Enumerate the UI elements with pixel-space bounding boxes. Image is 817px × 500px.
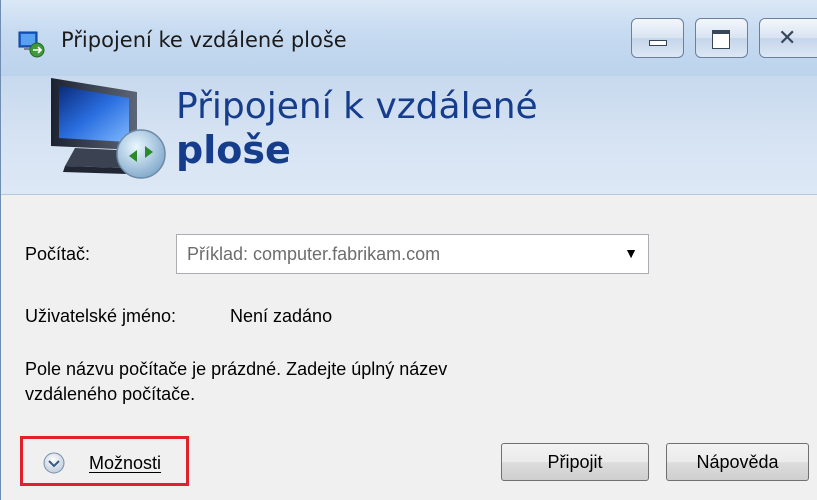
remote-desktop-icon [18, 31, 45, 58]
message-line2: vzdáleného počítače. [25, 384, 196, 404]
maximize-button[interactable] [695, 18, 748, 58]
message-line1: Pole názvu počítače je prázdné. Zadejte … [25, 359, 448, 379]
options-toggle[interactable]: Možnosti [20, 436, 189, 486]
remote-desktop-window: Připojení ke vzdálené ploše ✕ Připojení … [0, 0, 817, 500]
header-title-line1: Připojení k vzdálené [176, 86, 538, 127]
window-title: Připojení ke vzdálené ploše [61, 28, 347, 52]
chevron-down-circle-icon[interactable] [43, 452, 65, 474]
remote-desktop-monitor-icon [51, 78, 166, 179]
username-value: Není zadáno [230, 306, 333, 326]
computer-input[interactable]: Příklad: computer.fabrikam.com [187, 244, 440, 265]
title-bar[interactable]: Připojení ke vzdálené ploše ✕ [1, 0, 817, 76]
options-label[interactable]: Možnosti [89, 453, 161, 474]
connect-button[interactable]: Připojit [501, 443, 649, 481]
username-label: Uživatelské jméno: [25, 306, 177, 326]
close-icon: ✕ [778, 26, 797, 51]
dropdown-arrow-icon[interactable]: ▼ [624, 245, 638, 261]
computer-combobox[interactable]: Příklad: computer.fabrikam.com ▼ [176, 234, 649, 274]
help-button[interactable]: Nápověda [666, 443, 809, 481]
close-button[interactable]: ✕ [759, 18, 817, 58]
computer-label: Počítač: [25, 244, 91, 264]
minimize-button[interactable] [631, 18, 684, 58]
header-title-line2: ploše [176, 128, 291, 172]
